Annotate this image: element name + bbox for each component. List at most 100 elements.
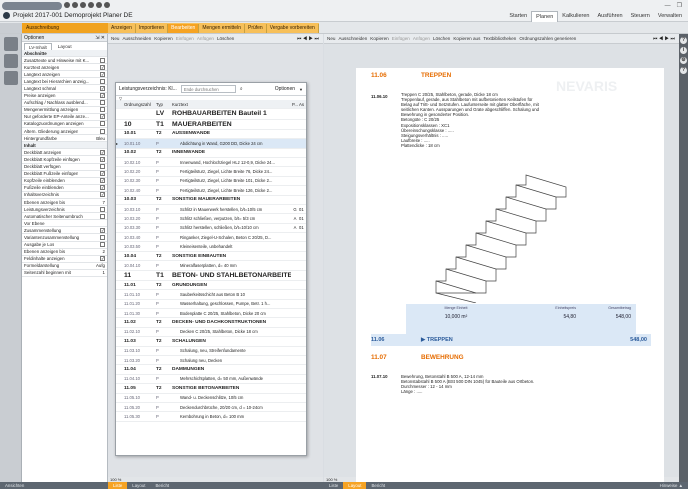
option-checkbox[interactable]: ✓ (100, 114, 105, 120)
option-checkbox[interactable] (100, 164, 105, 170)
tab-ausführen[interactable]: Ausführen (594, 11, 627, 22)
doc-tool-0[interactable]: Neu (327, 36, 335, 41)
col-p[interactable]: P... (291, 102, 299, 107)
col-kurztext[interactable]: Kurztext (172, 102, 291, 107)
table-row[interactable]: ▸ 10.01.10 P Abdichtung in Wand, G200 DD, D… (116, 139, 306, 149)
quick-icon-2[interactable] (72, 2, 78, 8)
table-row[interactable]: 10.02.40 P Fertigteilsturz, Ziegel, Lichte… (116, 186, 306, 196)
tab-steuern[interactable]: Steuern (627, 11, 654, 22)
tab-planen[interactable]: Planen (531, 11, 559, 22)
option-checkbox[interactable]: ✓ (100, 86, 105, 92)
pin-icon[interactable]: ⇲ ✕ (95, 35, 105, 41)
option-checkbox[interactable] (100, 206, 105, 212)
table-row[interactable]: 11.03.20 P Schalung neu, Decken (116, 356, 306, 366)
tab-starten[interactable]: Starten (505, 11, 531, 22)
doc-nav-icons[interactable]: ⏮ ◀ ▶ ⏭ (653, 36, 675, 42)
back-icon[interactable] (3, 12, 10, 19)
option-checkbox[interactable] (100, 242, 105, 248)
option-row[interactable]: Automatischer Seitenumbruch (22, 213, 107, 221)
doc-tool-5[interactable]: Löschen (433, 36, 450, 41)
option-row[interactable]: Deckblatt verfügen (22, 164, 107, 171)
option-value[interactable]: Bleu (96, 136, 105, 141)
option-row[interactable]: Preise anzeigen ✓ (22, 93, 107, 100)
doc-tool-8[interactable]: Ordnungszahlen generieren (519, 36, 576, 41)
option-row[interactable]: Zusatztexte und Hinweise mit K... (22, 57, 107, 65)
search-icon[interactable]: ⌕ (240, 86, 243, 92)
option-value[interactable]: 1 (103, 270, 105, 275)
option-checkbox[interactable] (100, 128, 105, 134)
status-tab-liste[interactable]: Liste (324, 482, 343, 489)
option-row[interactable]: Langtext schmal ✓ (22, 85, 107, 93)
list-tool-4[interactable]: Anfügen (197, 36, 214, 41)
table-row[interactable]: 10.03.10 P Schlitz in Mauerwerk herstellen… (116, 205, 306, 215)
table-row[interactable]: 11.05 T2 SONSTIGE BETONARBEITEN (116, 384, 306, 394)
option-row[interactable]: Formeldarstellung Aufg (22, 263, 107, 270)
tab-verwalten[interactable]: Verwalten (654, 11, 686, 22)
table-row[interactable]: 11.03.10 P Schalung, neu, Streifenfundamen… (116, 347, 306, 356)
table-row[interactable]: 11 T1 BETON- UND STAHLBETONARBEITEN (116, 271, 306, 281)
option-row[interactable]: Inhaltsverzeichnis ✓ (22, 192, 107, 199)
option-row[interactable]: Mengenermittlung anzeigen (22, 107, 107, 114)
option-row[interactable]: Kurztext anzeigen ✓ (22, 64, 107, 72)
option-row[interactable]: Ebenen anzeigen bis 2 (22, 249, 107, 256)
option-checkbox[interactable]: ✓ (100, 71, 105, 77)
option-checkbox[interactable]: ✓ (100, 171, 105, 177)
section-inhalt[interactable]: Inhalt (22, 142, 107, 150)
table-row[interactable]: 10.02.20 P Fertigteilsturz, Ziegel, Lichte… (116, 167, 306, 177)
option-checkbox[interactable]: ✓ (100, 227, 105, 233)
ribbon-item-3[interactable]: Mengen ermitteln (199, 23, 245, 33)
option-row[interactable]: Ebenen anzeigen bis 7 (22, 199, 107, 207)
table-row[interactable]: 11.02 T2 DECKEN- UND DACHKONSTRUKTIONEN (116, 318, 306, 328)
doc-tool-7[interactable]: Textbibliotheken (483, 36, 516, 41)
list-icon[interactable] (3, 54, 18, 68)
option-row[interactable]: Seitenzahl beginnen mit 1 (22, 270, 107, 277)
option-row[interactable]: Deckblatt Kopfzeile einfügen ✓ (22, 156, 107, 164)
tab-lv-inhalt[interactable]: LV-Inhalt (24, 42, 52, 50)
status-tab-bericht[interactable]: Bericht (366, 482, 390, 489)
table-row[interactable]: 10.03.20 P Schlitz schließen, verputzen, b… (116, 214, 306, 224)
option-checkbox[interactable]: ✓ (100, 93, 105, 99)
info-icon[interactable]: i (680, 47, 687, 54)
option-row[interactable]: Deckblatt Fußzeile einfügen ✓ (22, 171, 107, 178)
status-tab-layout[interactable]: Layout (343, 482, 367, 489)
doc-tool-4[interactable]: Anfügen (413, 36, 430, 41)
option-checkbox[interactable] (100, 107, 105, 113)
option-checkbox[interactable] (100, 213, 105, 219)
option-row[interactable]: Katalogzuordnungen anzeigen (22, 121, 107, 129)
option-row[interactable]: Nur geforderte EP-Anteile anze... ✓ (22, 114, 107, 121)
table-row[interactable]: 11.04.10 P Mehrschichtplatten, d= 50 mm, A… (116, 375, 306, 385)
list-tool-3[interactable]: Einfügen (176, 36, 194, 41)
option-row[interactable]: Feldinhalte anzeigen ✓ (22, 256, 107, 263)
tab-layout[interactable]: Layout (54, 43, 76, 50)
tab-kalkulieren[interactable]: Kalkulieren (558, 11, 593, 22)
col-as[interactable]: As (299, 102, 306, 107)
table-row[interactable]: 10.04 T2 SONSTIGE EINBAUTEN (116, 252, 306, 262)
list-tool-0[interactable]: Neu (111, 36, 119, 41)
restore-icon[interactable]: ❐ (677, 2, 682, 9)
quick-icon-6[interactable] (104, 2, 110, 8)
table-row[interactable]: 10.02.30 P Fertigteilsturz, Ziegel, Lichte… (116, 177, 306, 187)
table-row[interactable]: 10.02 T2 INNENWÄNDE (116, 149, 306, 158)
option-row[interactable]: Kopfzeile einblenden ✓ (22, 178, 107, 185)
table-row[interactable]: 11.04 T2 DÄMMUNGEN (116, 365, 306, 375)
ribbon-item-4[interactable]: Prüfen (245, 23, 267, 33)
minimize-icon[interactable]: — (665, 3, 671, 9)
list-nav-icons[interactable]: ⏮ ◀ ▶ ⏭ (297, 36, 319, 42)
table-row[interactable]: 11.01.30 P Bodenplatte C 20/25, Stahlbeton… (116, 309, 306, 319)
chevron-down-icon[interactable]: ▼ (299, 87, 303, 92)
table-row[interactable]: LV ROHBAUARBEITEN Bauteil 1 (116, 109, 306, 120)
table-row[interactable]: 10.02.10 P Innenwand, Hochlochziegel HLz 1… (116, 158, 306, 168)
option-checkbox[interactable] (100, 121, 105, 127)
status-tab-bericht[interactable]: Bericht (150, 482, 174, 489)
doc-tool-3[interactable]: Einfügen (392, 36, 410, 41)
table-row[interactable]: 10.03.50 P Kleineisenteile, unbehandelt (116, 242, 306, 252)
option-value[interactable]: 7 (103, 200, 105, 205)
status-left[interactable]: Ansichten (0, 482, 108, 489)
ribbon-item-0[interactable]: Anzeigen (108, 23, 136, 33)
option-checkbox[interactable] (100, 234, 105, 240)
option-row[interactable]: Deckblatt anzeigen ✓ (22, 149, 107, 157)
list-tool-2[interactable]: Kopieren (154, 36, 172, 41)
quick-icon-3[interactable] (80, 2, 86, 8)
question-icon[interactable]: ? (680, 67, 687, 74)
col-typ[interactable]: Typ (156, 102, 172, 107)
